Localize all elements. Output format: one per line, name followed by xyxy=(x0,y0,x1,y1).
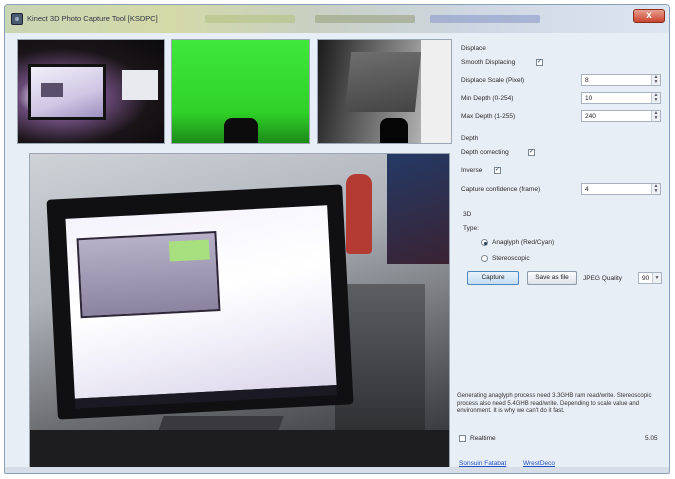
threed-header: 3D xyxy=(463,211,472,218)
min-depth-label: Min Depth (0-254) xyxy=(461,95,514,102)
wall-object-image xyxy=(346,174,372,254)
displace-scale-label: Displace Scale (Pixel) xyxy=(461,77,525,84)
app-window-icon xyxy=(11,13,23,25)
spin-arrows-icon[interactable]: ▲ ▼ xyxy=(651,93,660,103)
displace-header: Displace xyxy=(461,45,486,52)
inverse-label: Inverse xyxy=(461,167,483,174)
spin-arrows-icon[interactable]: ▲ ▼ xyxy=(651,184,660,194)
realtime-label: Realtime xyxy=(470,435,496,442)
app-window: Kinect 3D Photo Capture Tool [KSDPC] x D… xyxy=(4,4,670,474)
taskbar-strip xyxy=(315,15,415,23)
inverse-checkbox[interactable]: ✓ xyxy=(494,167,501,174)
spin-arrows-icon[interactable]: ▲ ▼ xyxy=(651,75,660,85)
anaglyph-label: Anaglyph (Red/Cyan) xyxy=(492,239,555,246)
jpeg-quality-value: 90 xyxy=(642,275,650,282)
chevron-down-icon: ▼ xyxy=(652,273,661,283)
check-icon: ✓ xyxy=(537,59,543,65)
max-depth-field[interactable]: 240 ▲ ▼ xyxy=(581,110,661,122)
close-button[interactable]: x xyxy=(633,9,665,23)
window-light-image xyxy=(122,70,158,100)
stereoscopic-radio[interactable] xyxy=(481,255,488,262)
type-label: Type: xyxy=(463,225,479,232)
realtime-checkbox[interactable] xyxy=(459,435,466,442)
anaglyph-output-preview xyxy=(29,153,450,469)
displace-scale-field[interactable]: 8 ▲ ▼ xyxy=(581,74,661,86)
screen-window xyxy=(76,231,221,319)
stereoscopic-label: Stereoscopic xyxy=(492,255,530,262)
min-depth-value: 10 xyxy=(585,95,593,102)
displace-scale-value: 8 xyxy=(585,77,589,84)
anaglyph-radio[interactable] xyxy=(481,239,488,246)
min-depth-field[interactable]: 10 ▲ ▼ xyxy=(581,92,661,104)
depth-map-preview xyxy=(317,39,452,144)
depth-surface xyxy=(344,52,422,112)
depth-near-area xyxy=(421,40,451,143)
depth-correcting-checkbox[interactable]: ✓ xyxy=(528,149,535,156)
info-text: Generating anaglyph process need 3.3GHB … xyxy=(457,393,652,414)
spin-arrows-icon[interactable]: ▲ ▼ xyxy=(651,111,660,121)
monitor-image xyxy=(28,64,106,120)
capture-button[interactable]: Capture xyxy=(467,271,519,285)
window-title: Kinect 3D Photo Capture Tool [KSDPC] xyxy=(27,14,158,23)
object-silhouette xyxy=(380,118,408,143)
save-as-file-button[interactable]: Save as file xyxy=(527,271,577,285)
check-icon: ✓ xyxy=(495,167,501,173)
facebook-link[interactable]: Sonsuin Fatabat xyxy=(459,460,506,467)
fps-value: 5.05 xyxy=(645,435,658,442)
capture-confidence-value: 4 xyxy=(585,186,589,193)
smooth-displacing-checkbox[interactable]: ✓ xyxy=(536,59,543,66)
object-silhouette xyxy=(224,118,258,143)
jpeg-quality-select[interactable]: 90 ▼ xyxy=(638,272,662,284)
mask-preview xyxy=(171,39,310,144)
check-icon: ✓ xyxy=(529,149,535,155)
poster-image xyxy=(387,154,449,264)
capture-confidence-label: Capture confidence (frame) xyxy=(461,186,541,193)
settings-panel: Displace Smooth Displacing ✓ Displace Sc… xyxy=(457,39,665,469)
taskbar-strip xyxy=(205,15,295,23)
capture-confidence-field[interactable]: 4 ▲ ▼ xyxy=(581,183,661,195)
title-bar[interactable]: Kinect 3D Photo Capture Tool [KSDPC] x xyxy=(5,5,669,33)
depth-correcting-label: Depth correcting xyxy=(461,149,509,156)
max-depth-value: 240 xyxy=(585,113,596,120)
max-depth-label: Max Depth (1-255) xyxy=(461,113,516,120)
depth-header: Depth xyxy=(461,135,479,142)
status-bar xyxy=(5,467,669,473)
monitor-image xyxy=(46,184,354,420)
smooth-displacing-label: Smooth Displacing xyxy=(461,59,516,66)
rgb-camera-preview xyxy=(17,39,165,144)
taskbar-strip xyxy=(430,15,540,23)
blog-link[interactable]: WrestDeco xyxy=(523,460,555,467)
jpeg-quality-label: JPEG Quality xyxy=(583,275,623,282)
desk-image xyxy=(30,430,449,468)
